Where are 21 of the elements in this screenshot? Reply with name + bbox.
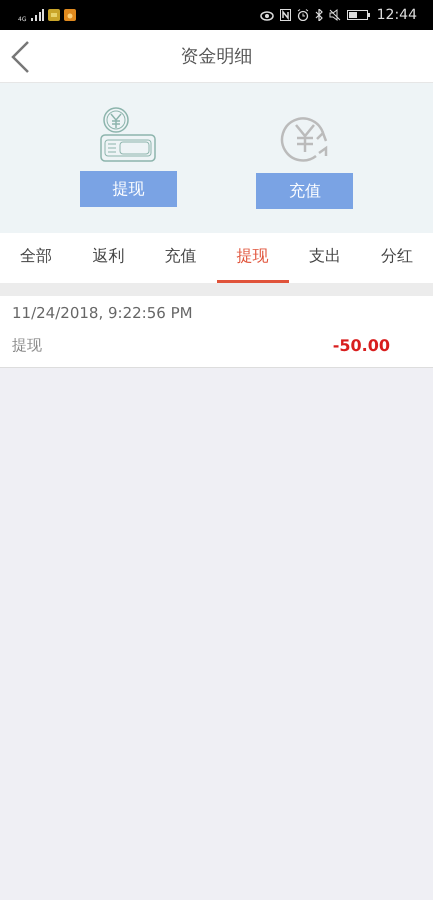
wallet-coin-icon [100,107,156,163]
nfc-icon [280,9,291,21]
app-icon [64,9,76,21]
record-time: 11/24/2018, 9:22:56 PM [12,304,194,322]
filter-tab[interactable]: 返利 [72,233,144,283]
record-amount: -50.00 [332,336,390,355]
bluetooth-icon [314,9,323,21]
clock-time: 12:44 [376,7,417,23]
app-icon [48,9,60,21]
filter-tab[interactable]: 全部 [0,233,72,283]
record-type: 提现 [12,336,43,355]
mute-icon [328,9,341,21]
eye-icon [260,9,274,21]
signal-icon [30,9,44,21]
filter-tab[interactable]: 分红 [360,233,433,283]
filter-tab[interactable]: 支出 [288,233,361,283]
filter-tab[interactable]: 充值 [144,233,217,283]
page-title: 资金明细 [180,45,252,68]
alarm-icon [296,9,309,21]
filter-tab[interactable]: 提现 [216,233,289,283]
battery-icon [346,9,371,21]
